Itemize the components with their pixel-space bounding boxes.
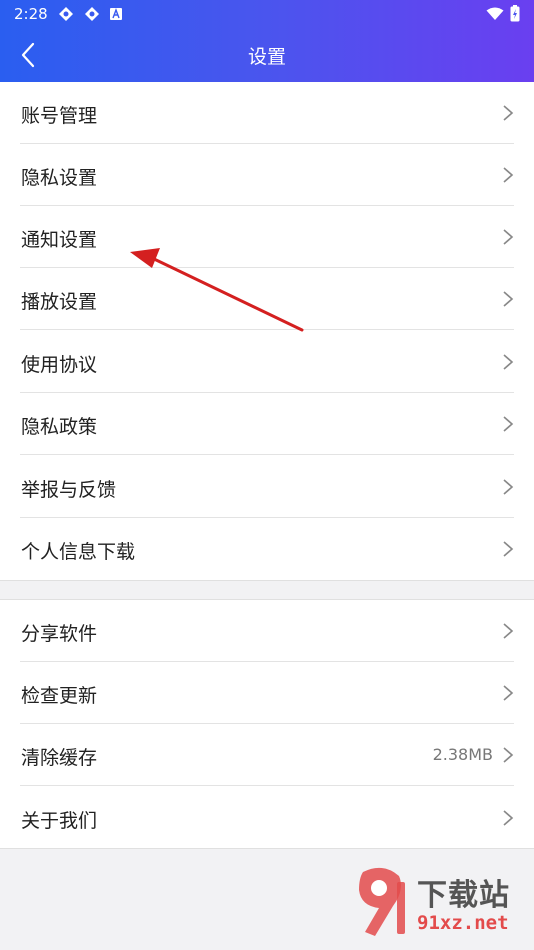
settings-item-report-feedback[interactable]: 举报与反馈 — [0, 456, 534, 518]
status-right — [486, 5, 520, 22]
divider — [20, 329, 514, 330]
settings-item-label: 举报与反馈 — [21, 479, 117, 501]
pinwheel-icon — [85, 7, 99, 21]
settings-item-terms[interactable]: 使用协议 — [0, 331, 534, 393]
settings-item-label: 通知设置 — [21, 229, 98, 251]
status-time: 2:28 — [14, 5, 48, 23]
91-logo — [359, 867, 405, 936]
chevron-right-icon — [503, 479, 514, 495]
settings-item-label: 检查更新 — [21, 685, 98, 707]
status-bar: 2:28 — [0, 0, 534, 28]
chevron-right-icon — [503, 541, 514, 557]
settings-item-about[interactable]: 关于我们 — [0, 787, 534, 849]
settings-group-2: 分享软件 检查更新 清除缓存 2.38MB 关于我们 — [0, 599, 534, 849]
chevron-right-icon — [503, 229, 514, 245]
settings-item-personal-data-download[interactable]: 个人信息下载 — [0, 518, 534, 580]
settings-item-share[interactable]: 分享软件 — [0, 600, 534, 662]
page-title: 设置 — [247, 46, 286, 68]
settings-item-notifications[interactable]: 通知设置 — [0, 206, 534, 268]
chevron-right-icon — [503, 291, 514, 307]
chevron-right-icon — [503, 416, 514, 432]
title-bar: 设置 — [0, 28, 534, 82]
battery-charging-icon — [510, 5, 520, 22]
settings-item-playback[interactable]: 播放设置 — [0, 268, 534, 330]
chevron-right-icon — [503, 105, 514, 121]
settings-item-account[interactable]: 账号管理 — [0, 82, 534, 144]
divider — [20, 785, 514, 786]
app-a-icon — [110, 8, 122, 20]
watermark-title: 下载站 — [417, 878, 510, 913]
watermark: 下载站 91xz.net — [353, 866, 528, 946]
settings-group-1: 账号管理 隐私设置 通知设置 播放设置 使用协议 隐私政策 举报与反馈 个人信息… — [0, 82, 534, 581]
chevron-right-icon — [503, 354, 514, 370]
settings-item-privacy-policy[interactable]: 隐私政策 — [0, 393, 534, 455]
settings-item-label: 关于我们 — [21, 810, 98, 832]
chevron-right-icon — [503, 167, 514, 183]
settings-item-privacy[interactable]: 隐私设置 — [0, 144, 534, 206]
settings-item-label: 使用协议 — [21, 354, 98, 376]
chevron-right-icon — [503, 685, 514, 701]
settings-item-label: 隐私政策 — [21, 416, 98, 438]
settings-item-label: 清除缓存 — [21, 747, 98, 769]
settings-item-check-update[interactable]: 检查更新 — [0, 662, 534, 724]
settings-item-clear-cache[interactable]: 清除缓存 2.38MB — [0, 724, 534, 786]
pinwheel-icon — [59, 7, 73, 21]
cache-size: 2.38MB — [432, 745, 493, 764]
settings-item-label: 分享软件 — [21, 623, 98, 645]
settings-item-label: 隐私设置 — [21, 167, 98, 189]
chevron-right-icon — [503, 810, 514, 826]
settings-item-label: 个人信息下载 — [21, 541, 136, 563]
divider — [20, 454, 514, 455]
wifi-icon — [486, 7, 504, 20]
chevron-right-icon — [503, 623, 514, 639]
chevron-right-icon — [503, 747, 514, 763]
watermark-url: 91xz.net — [417, 912, 509, 934]
app-header: 2:28 设置 — [0, 0, 534, 82]
settings-item-label: 播放设置 — [21, 291, 98, 313]
settings-item-label: 账号管理 — [21, 105, 98, 127]
